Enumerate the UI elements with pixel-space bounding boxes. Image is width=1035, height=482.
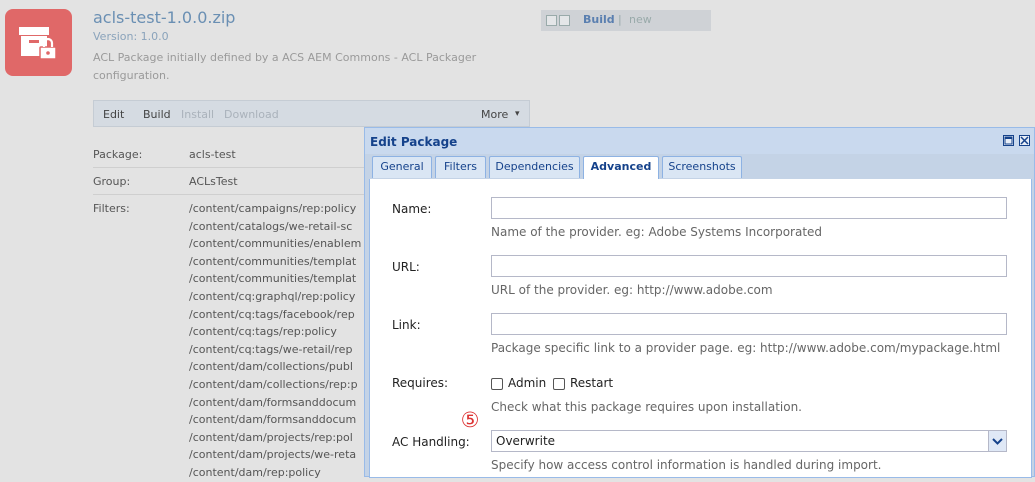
filter-item: /content/communities/templat (189, 254, 357, 268)
package-lock-icon (5, 9, 72, 76)
filter-item: /content/dam/projects/rep:pol (189, 430, 353, 444)
build-status-state: new (629, 13, 652, 26)
filters-label: Filters: (93, 202, 130, 215)
dialog-header[interactable]: Edit Package (365, 128, 1034, 154)
ac-handling-label: AC Handling: (392, 435, 470, 449)
group-label: Group: (93, 175, 131, 188)
ac-handling-hint: Specify how access control information i… (491, 458, 882, 472)
status-square-icon (546, 15, 557, 26)
url-hint: URL of the provider. eg: http://www.adob… (491, 283, 773, 297)
admin-checkbox-label[interactable]: Admin (508, 376, 546, 390)
package-label: Package: (93, 148, 143, 161)
ac-handling-value[interactable]: Overwrite (496, 434, 555, 448)
requires-hint: Check what this package requires upon in… (491, 400, 802, 414)
chevron-down-icon[interactable]: ▾ (515, 109, 520, 119)
filter-item: /content/dam/rep:policy (189, 465, 321, 479)
dialog-tabbar: General Filters Dependencies Advanced Sc… (369, 155, 1032, 180)
package-description: ACL Package initially defined by a ACS A… (93, 51, 477, 82)
name-input[interactable] (491, 197, 1007, 219)
tab-screenshots[interactable]: Screenshots (662, 156, 742, 178)
close-icon[interactable] (1019, 135, 1030, 146)
install-button[interactable]: Install (181, 108, 214, 121)
filter-item: /content/cq:tags/we-retail/rep (189, 342, 353, 356)
package-toolbar: Edit Build Install Download More ▾ (93, 100, 530, 127)
download-button[interactable]: Download (224, 108, 279, 121)
advanced-tab-panel: Name: Name of the provider. eg: Adobe Sy… (369, 179, 1032, 478)
package-title[interactable]: acls-test-1.0.0.zip (93, 8, 235, 27)
link-label: Link: (392, 318, 421, 332)
filter-item: /content/dam/formsanddocum (189, 413, 357, 427)
filter-item: /content/dam/projects/we-reta (189, 448, 357, 462)
dialog-title: Edit Package (370, 135, 458, 149)
filter-item: /content/communities/templat (189, 272, 357, 286)
restart-checkbox-label[interactable]: Restart (570, 376, 613, 390)
name-hint: Name of the provider. eg: Adobe Systems … (491, 225, 823, 239)
build-button[interactable]: Build (143, 108, 171, 121)
build-status-build: Build (583, 13, 615, 26)
chevron-down-icon[interactable] (988, 431, 1006, 451)
admin-checkbox[interactable] (491, 378, 503, 390)
build-status-separator: | (618, 13, 622, 26)
tab-general[interactable]: General (372, 156, 432, 178)
filter-item: /content/catalogs/we-retail-sc (189, 219, 353, 233)
status-square-icon (559, 15, 570, 26)
url-input[interactable] (491, 255, 1007, 277)
package-value: acls-test (189, 148, 236, 161)
filter-item: /content/dam/collections/rep:p (189, 377, 358, 391)
filter-item: /content/dam/collections/publ (189, 360, 353, 374)
restart-checkbox[interactable] (553, 378, 565, 390)
divider (93, 194, 383, 195)
build-status-box: Build | new (541, 10, 711, 31)
divider (93, 167, 383, 168)
tab-advanced[interactable]: Advanced (583, 156, 659, 180)
tab-filters[interactable]: Filters (435, 156, 486, 178)
requires-label: Requires: (392, 376, 449, 390)
filters-list: /content/campaigns/rep:policy /content/c… (189, 200, 367, 482)
filter-item: /content/campaigns/rep:policy (189, 202, 357, 215)
package-version: Version: 1.0.0 (93, 30, 169, 43)
filter-item: /content/dam/formsanddocum (189, 395, 357, 409)
filter-item: /content/communities/enablem (189, 237, 362, 251)
name-label: Name: (392, 202, 432, 216)
ac-handling-select[interactable]: Overwrite (491, 430, 1007, 452)
more-button[interactable]: More (481, 108, 508, 121)
edit-button[interactable]: Edit (103, 108, 124, 121)
link-input[interactable] (491, 313, 1007, 335)
annotation-marker: ⑤ (460, 408, 480, 432)
url-label: URL: (392, 260, 420, 274)
filter-item: /content/cq:graphql/rep:policy (189, 289, 356, 303)
maximize-icon[interactable] (1003, 135, 1014, 146)
link-hint: Package specific link to a provider page… (491, 341, 1001, 355)
group-value: ACLsTest (189, 175, 238, 188)
filter-item: /content/cq:tags/rep:policy (189, 325, 337, 339)
filter-item: /content/cq:tags/facebook/rep (189, 307, 355, 321)
tab-dependencies[interactable]: Dependencies (489, 156, 580, 178)
